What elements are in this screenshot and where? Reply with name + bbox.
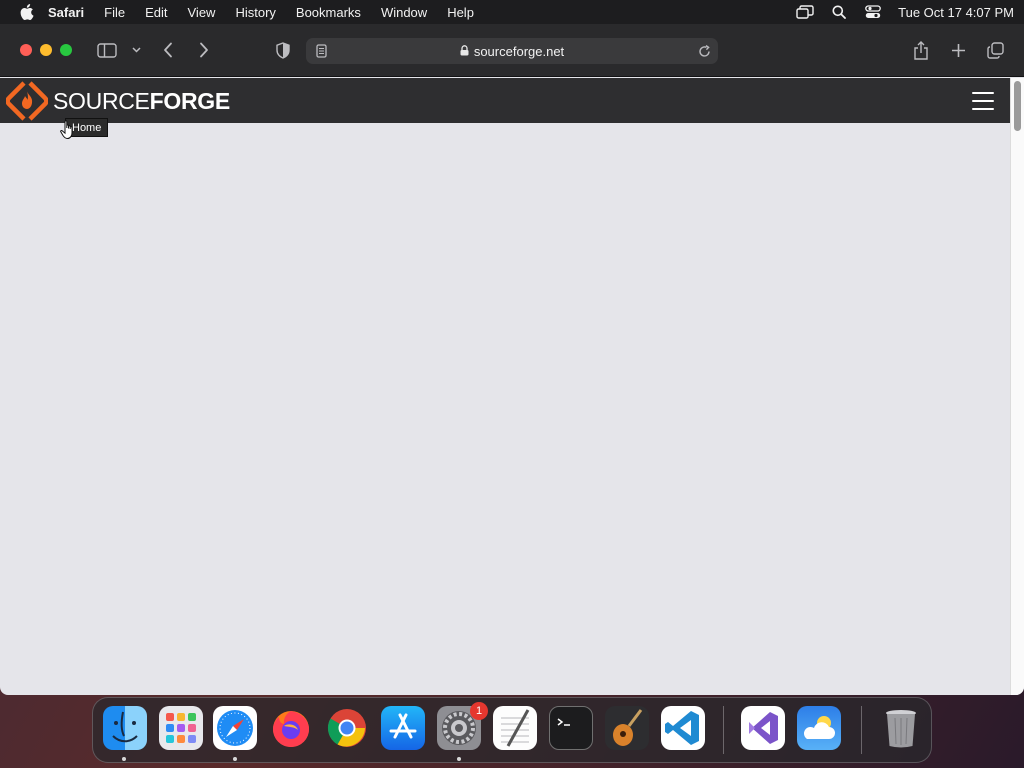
privacy-shield-icon[interactable] — [274, 41, 292, 59]
hand-pointer-cursor-icon — [60, 120, 76, 145]
dock-weather-icon[interactable] — [797, 706, 841, 750]
dock-finder-icon[interactable] — [103, 706, 147, 750]
menu-file[interactable]: File — [104, 5, 125, 20]
share-icon[interactable] — [912, 39, 930, 61]
dock-chrome-icon[interactable] — [325, 706, 369, 750]
dock-textedit-icon[interactable] — [493, 706, 537, 750]
new-tab-icon[interactable] — [949, 41, 967, 59]
notification-badge: 1 — [470, 702, 488, 720]
dock-firefox-icon[interactable] — [269, 706, 313, 750]
apple-menu-icon[interactable] — [20, 4, 34, 20]
address-url: sourceforge.net — [473, 43, 565, 59]
dock-launchpad-icon[interactable] — [159, 706, 203, 750]
tab-group-chevron-down-icon[interactable] — [130, 44, 142, 56]
menubar-clock[interactable]: Tue Oct 17 4:07 PM — [898, 5, 1014, 20]
sidebar-toggle-icon[interactable] — [96, 41, 118, 59]
zoom-window-button[interactable] — [60, 44, 72, 56]
dock-separator — [723, 706, 724, 754]
menu-history[interactable]: History — [235, 5, 275, 20]
site-header: SOURCEFORGE — [0, 78, 1010, 123]
close-window-button[interactable] — [20, 44, 32, 56]
menu-bar: Safari File Edit View History Bookmarks … — [0, 0, 1024, 24]
lock-icon — [460, 44, 469, 59]
scrollbar-thumb[interactable] — [1014, 81, 1021, 131]
sourceforge-logo-text[interactable]: SOURCEFORGE — [53, 88, 230, 115]
reload-icon[interactable] — [696, 43, 712, 59]
menu-edit[interactable]: Edit — [145, 5, 167, 20]
hamburger-line — [972, 92, 994, 94]
dock-vscode-icon[interactable] — [661, 706, 705, 750]
screen-mirroring-icon[interactable] — [796, 4, 814, 20]
dock-safari-icon[interactable] — [213, 706, 257, 750]
menu-app-name[interactable]: Safari — [48, 5, 84, 20]
hamburger-menu-button[interactable] — [972, 92, 994, 110]
address-bar[interactable]: sourceforge.net — [306, 38, 718, 64]
dock-visual-studio-icon[interactable] — [741, 706, 785, 750]
spotlight-search-icon[interactable] — [830, 4, 848, 20]
dock-running-indicator — [457, 757, 461, 761]
browser-toolbar: sourceforge.net — [0, 24, 1024, 77]
logo-text-source: SOURCE — [53, 88, 150, 114]
page-scrollbar[interactable] — [1010, 78, 1024, 695]
dock: 1 — [92, 697, 932, 763]
menu-help[interactable]: Help — [447, 5, 474, 20]
dock-terminal-icon[interactable] — [549, 706, 593, 750]
dock-running-indicator — [122, 757, 126, 761]
reader-mode-icon[interactable] — [314, 43, 328, 59]
logo-text-forge: FORGE — [149, 88, 231, 114]
menu-bookmarks[interactable]: Bookmarks — [296, 5, 361, 20]
control-center-icon[interactable] — [864, 4, 882, 20]
tab-overview-icon[interactable] — [986, 41, 1004, 59]
dock-separator — [861, 706, 862, 754]
hamburger-line — [972, 108, 994, 110]
forward-button[interactable] — [196, 40, 212, 60]
dock-garageband-icon[interactable] — [605, 706, 649, 750]
hamburger-line — [972, 100, 994, 102]
safari-window: sourceforge.net SOURCEFORGE — [0, 24, 1024, 695]
menu-window[interactable]: Window — [381, 5, 427, 20]
back-button[interactable] — [160, 40, 176, 60]
dock-running-indicator — [233, 757, 237, 761]
sourceforge-logo-icon[interactable] — [5, 80, 49, 122]
dock-app-store-icon[interactable] — [381, 706, 425, 750]
menu-view[interactable]: View — [188, 5, 216, 20]
minimize-window-button[interactable] — [40, 44, 52, 56]
dock-trash-icon[interactable] — [879, 706, 923, 750]
